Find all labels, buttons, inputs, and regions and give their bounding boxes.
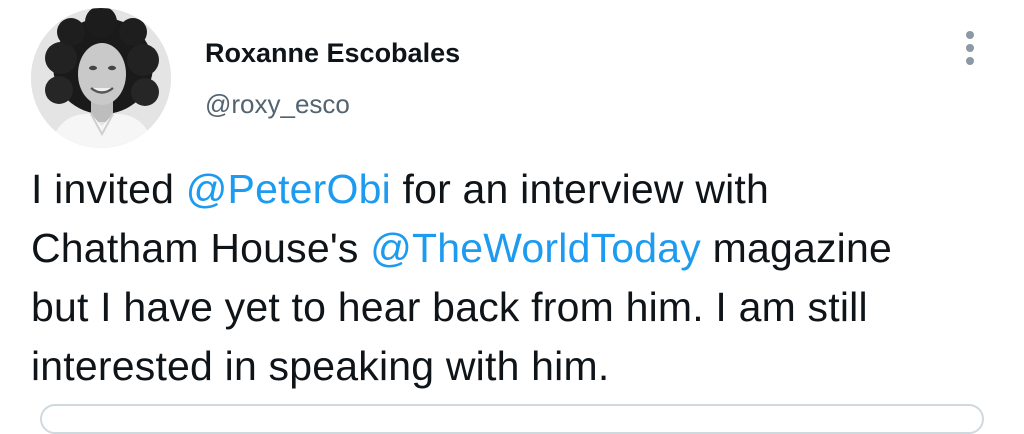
- tweet-text-line: I invited @PeterObi for an interview wit…: [31, 160, 1011, 219]
- author-handle[interactable]: @roxy_esco: [205, 88, 350, 120]
- tweet-text-run: interested in speaking with him.: [31, 343, 610, 389]
- tweet-text-run: magazine: [701, 225, 892, 271]
- tweet-text: I invited @PeterObi for an interview wit…: [31, 160, 1011, 396]
- embedded-card-edge: [40, 404, 984, 434]
- tweet-text-line: but I have yet to hear back from him. I …: [31, 278, 1011, 337]
- tweet[interactable]: Roxanne Escobales @roxy_esco I invited @…: [0, 0, 1024, 434]
- avatar[interactable]: [31, 8, 171, 148]
- tweet-text-run: Chatham House's: [31, 225, 371, 271]
- more-options-button[interactable]: [952, 26, 988, 70]
- more-vertical-icon: [966, 31, 974, 65]
- mention-link[interactable]: @PeterObi: [186, 166, 391, 212]
- tweet-text-line: Chatham House's @TheWorldToday magazine: [31, 219, 1011, 278]
- profile-photo: [31, 8, 171, 148]
- tweet-text-run: for an interview with: [390, 166, 770, 212]
- tweet-text-run: I invited: [31, 166, 186, 212]
- mention-link[interactable]: @TheWorldToday: [370, 225, 701, 271]
- tweet-text-run: but I have yet to hear back from him. I …: [31, 284, 868, 330]
- author-display-name[interactable]: Roxanne Escobales: [205, 36, 460, 70]
- tweet-text-line: interested in speaking with him.: [31, 337, 1011, 396]
